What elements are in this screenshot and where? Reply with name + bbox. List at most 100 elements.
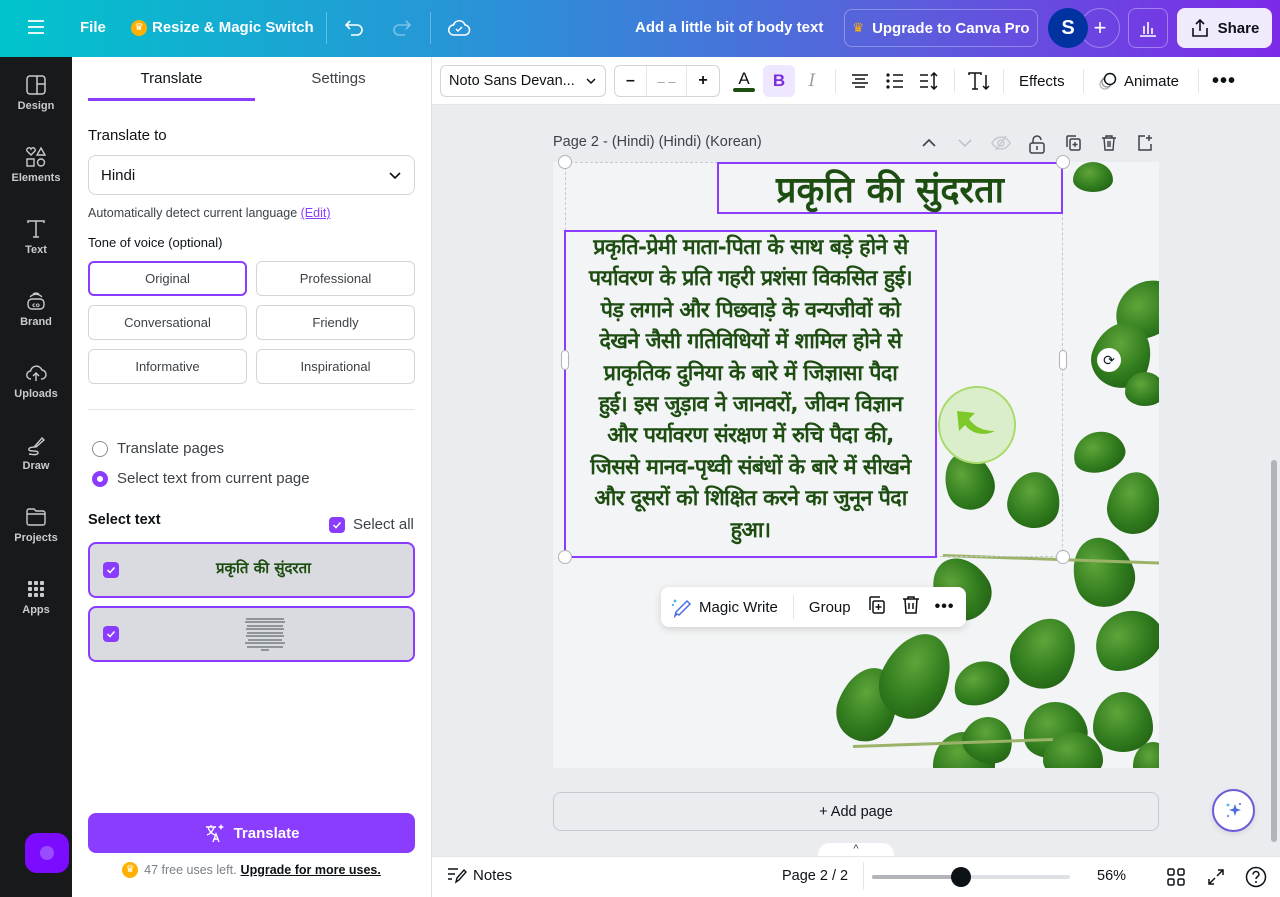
add-page-button[interactable]: + Add page xyxy=(553,792,1159,831)
bold-button[interactable]: B xyxy=(763,65,795,97)
vertical-scrollbar[interactable] xyxy=(1271,460,1277,842)
resize-handle[interactable] xyxy=(1056,550,1070,564)
page-counter[interactable]: Page 2 / 2 xyxy=(782,868,848,884)
save-status-button[interactable] xyxy=(447,16,471,40)
resize-handle[interactable] xyxy=(558,155,572,169)
help-button[interactable] xyxy=(1245,866,1267,893)
resize-handle[interactable] xyxy=(558,550,572,564)
rail-item-draw[interactable]: Draw xyxy=(0,417,72,489)
add-page-icon[interactable] xyxy=(1136,134,1154,152)
decrease-font-size-button[interactable]: – xyxy=(615,66,647,96)
effects-button[interactable]: Effects xyxy=(1019,65,1065,97)
duplicate-page-icon[interactable] xyxy=(1064,134,1082,152)
upgrade-link[interactable]: Upgrade for more uses. xyxy=(241,863,381,877)
side-handle[interactable] xyxy=(561,350,569,370)
rail-item-apps[interactable]: Apps xyxy=(0,561,72,633)
leaf-decoration xyxy=(1103,467,1159,539)
font-size-stepper: – – – + xyxy=(614,65,720,97)
rail-label: Projects xyxy=(14,532,58,544)
rail-label: Design xyxy=(17,100,55,112)
zoom-slider-knob[interactable] xyxy=(951,867,972,887)
magic-write-button[interactable]: Magic Write xyxy=(661,596,778,618)
increase-font-size-button[interactable]: + xyxy=(687,66,719,96)
tone-friendly-button[interactable]: Friendly xyxy=(256,305,415,340)
share-icon xyxy=(1191,18,1208,37)
tab-settings[interactable]: Settings xyxy=(255,57,422,101)
hide-icon[interactable] xyxy=(991,134,1011,152)
body-line: देखने जैसी गतिविधियों में शामिल होने से xyxy=(599,329,902,355)
redo-button[interactable] xyxy=(390,17,412,39)
select-all-checkbox[interactable]: Select all xyxy=(329,516,414,533)
rail-item-brand[interactable]: co Brand xyxy=(0,273,72,345)
rail-item-text[interactable]: Text xyxy=(0,201,72,273)
undo-button[interactable] xyxy=(344,17,366,39)
share-button[interactable]: Share xyxy=(1177,8,1272,48)
group-button[interactable]: Group xyxy=(809,599,851,616)
resize-magic-switch-button[interactable]: ♛ Resize & Magic Switch xyxy=(131,19,314,36)
duplicate-button[interactable] xyxy=(867,595,887,619)
checkbox[interactable] xyxy=(329,516,345,533)
chevron-down-icon[interactable] xyxy=(956,134,974,152)
align-center-button[interactable] xyxy=(848,65,872,97)
insights-button[interactable] xyxy=(1128,8,1168,48)
trash-icon[interactable] xyxy=(1100,134,1118,152)
zoom-slider[interactable] xyxy=(872,867,1070,887)
document-title[interactable]: Add a little bit of body text xyxy=(635,19,823,36)
notes-button[interactable]: Notes xyxy=(447,866,512,884)
text-item-card[interactable]: प्रकृति की सुंदरता xyxy=(88,542,415,598)
file-menu[interactable]: File xyxy=(80,19,106,36)
grid-view-button[interactable] xyxy=(1167,868,1185,891)
side-handle[interactable] xyxy=(1059,350,1067,370)
rail-item-design[interactable]: Design xyxy=(0,57,72,129)
show-pages-toggle[interactable]: ^ xyxy=(818,843,894,857)
avatar[interactable]: S xyxy=(1048,8,1088,48)
radio-button[interactable] xyxy=(92,440,108,457)
edit-language-link[interactable]: (Edit) xyxy=(301,206,331,220)
more-options-button[interactable]: ••• xyxy=(935,598,955,616)
tone-professional-button[interactable]: Professional xyxy=(256,261,415,296)
magic-assistant-button[interactable] xyxy=(1212,789,1255,832)
resize-handle[interactable] xyxy=(1056,155,1070,169)
checkbox[interactable] xyxy=(103,626,119,642)
text-color-button[interactable]: A xyxy=(732,65,756,97)
fullscreen-button[interactable] xyxy=(1207,868,1225,891)
rail-item-projects[interactable]: Projects xyxy=(0,489,72,561)
rail-item-elements[interactable]: Elements xyxy=(0,129,72,201)
italic-button[interactable]: I xyxy=(802,65,822,97)
arrow-graphic[interactable] xyxy=(938,386,1016,464)
heading-text-box[interactable]: प्रकृति की सुंदरता xyxy=(717,162,1063,214)
body-text-box[interactable]: प्रकृति-प्रेमी माता-पिता के साथ बड़े होन… xyxy=(564,230,937,558)
tone-original-button[interactable]: Original xyxy=(88,261,247,296)
spacing-button[interactable] xyxy=(917,65,941,97)
delete-button[interactable] xyxy=(901,595,921,619)
radio-button[interactable] xyxy=(92,470,108,487)
upgrade-pro-button[interactable]: ♛ Upgrade to Canva Pro xyxy=(844,9,1038,47)
tone-informative-button[interactable]: Informative xyxy=(88,349,247,384)
text-direction-button[interactable] xyxy=(967,65,991,97)
more-options-button[interactable]: ••• xyxy=(1212,65,1236,97)
divider xyxy=(1198,69,1199,93)
elements-icon xyxy=(26,146,47,167)
rail-label: Uploads xyxy=(14,388,58,400)
radio-translate-pages[interactable]: Translate pages xyxy=(92,440,224,457)
tone-conversational-button[interactable]: Conversational xyxy=(88,305,247,340)
app-launcher-button[interactable] xyxy=(25,833,69,873)
menu-button[interactable] xyxy=(26,17,46,37)
tone-inspirational-button[interactable]: Inspirational xyxy=(256,349,415,384)
font-size-input[interactable]: – – xyxy=(647,66,687,96)
chevron-up-icon[interactable] xyxy=(920,134,938,152)
unlock-icon[interactable] xyxy=(1028,134,1046,154)
text-item-card[interactable] xyxy=(88,606,415,662)
translate-button[interactable]: Translate xyxy=(88,813,415,853)
zoom-percentage[interactable]: 56% xyxy=(1097,868,1126,884)
radio-select-text[interactable]: Select text from current page xyxy=(92,470,310,487)
crown-icon: ♛ xyxy=(122,862,139,878)
tab-translate[interactable]: Translate xyxy=(88,57,255,101)
rotate-handle[interactable]: ⟳ xyxy=(1097,348,1121,372)
font-family-select[interactable]: Noto Sans Devan... xyxy=(440,65,606,97)
animate-button[interactable]: Animate xyxy=(1098,65,1179,97)
rail-item-uploads[interactable]: Uploads xyxy=(0,345,72,417)
language-select[interactable]: Hindi xyxy=(88,155,415,195)
list-button[interactable] xyxy=(883,65,907,97)
page-title[interactable]: Page 2 - (Hindi) (Hindi) (Korean) xyxy=(553,134,762,150)
